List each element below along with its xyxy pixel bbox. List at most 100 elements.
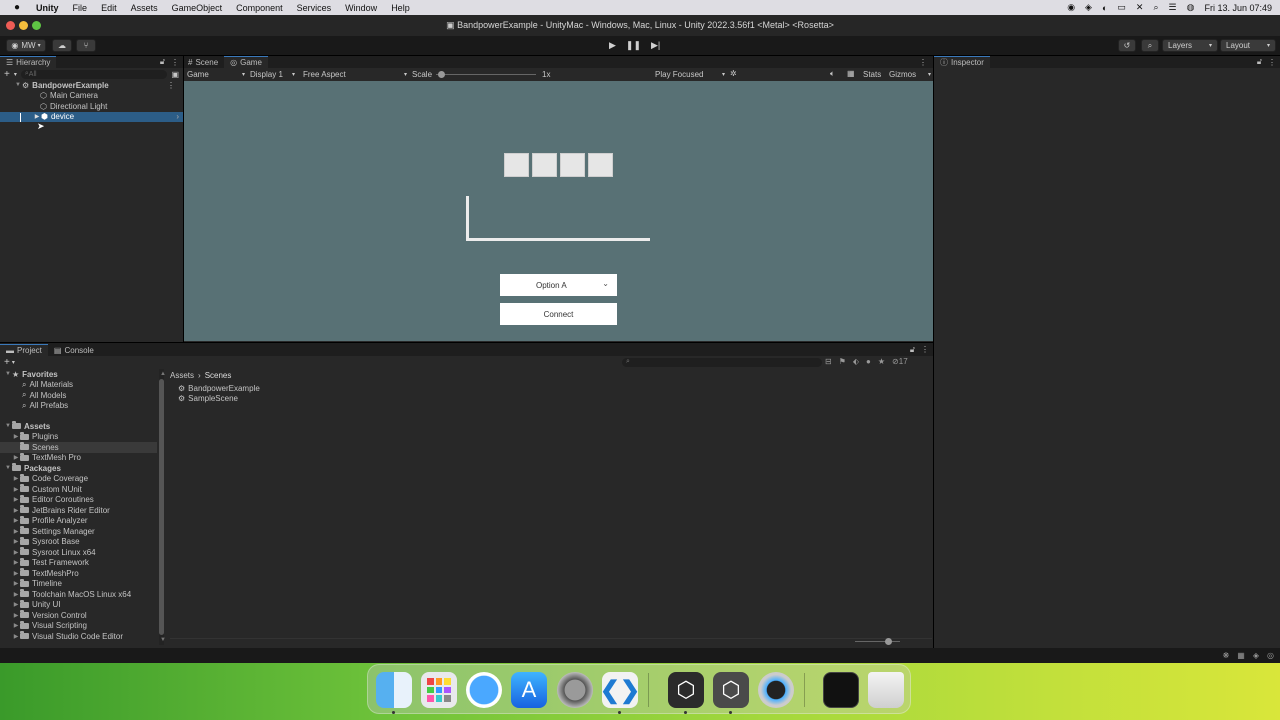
favorite-item[interactable]: ⌕ All Prefabs <box>0 401 157 412</box>
file-item[interactable]: ⚙ SampleScene <box>178 394 260 405</box>
menu-window[interactable]: Window <box>345 3 377 13</box>
expand-arrow-icon[interactable]: ▶ <box>12 570 20 577</box>
chevron-down-icon[interactable]: ▾ <box>14 71 17 78</box>
search-toolbar-button[interactable]: ⌕ <box>1141 39 1159 52</box>
package-item[interactable]: ▶ Sysroot Linux x64 <box>0 547 157 558</box>
play-focused-dropdown[interactable]: Play Focused ▾ <box>655 70 725 79</box>
bug-icon[interactable]: ✲ <box>730 69 737 78</box>
package-item[interactable]: ▶ JetBrains Rider Editor <box>0 505 157 516</box>
breadcrumb-assets[interactable]: Assets <box>170 371 194 380</box>
expand-arrow-icon[interactable]: ▶ <box>12 496 20 503</box>
history-button[interactable]: ↺ <box>1118 39 1136 52</box>
add-icon[interactable]: + <box>4 69 10 80</box>
more-icon[interactable]: ⋮ <box>171 58 179 67</box>
hierarchy-item-device[interactable]: ▶ ⬢ device › <box>0 111 183 122</box>
menu-component[interactable]: Component <box>236 3 283 13</box>
tab-inspector[interactable]: ⓘ Inspector <box>934 56 990 68</box>
label-icon[interactable]: ⬖ <box>853 357 859 366</box>
step-button[interactable]: ▶| <box>651 40 660 51</box>
network-icon[interactable]: ◎ <box>1267 651 1274 660</box>
package-item[interactable]: ▶ TextMeshPro <box>0 568 157 579</box>
tools-icon[interactable]: ✕ <box>1136 2 1144 13</box>
unity-hub-icon[interactable]: ⬡ <box>668 672 704 708</box>
layers-dropdown[interactable]: Layers ▾ <box>1162 39 1218 52</box>
play-button[interactable]: ▶ <box>609 40 616 51</box>
grid-icon[interactable]: ▦ <box>847 69 855 78</box>
project-search-input[interactable]: ⌕ <box>622 358 822 367</box>
trash-icon[interactable] <box>868 672 904 708</box>
expand-arrow-icon[interactable]: ▶ <box>12 591 20 598</box>
package-item[interactable]: ▶ Version Control <box>0 610 157 621</box>
icon-size-slider-thumb[interactable] <box>885 638 892 645</box>
expand-arrow-icon[interactable]: ▶ <box>12 517 20 524</box>
vscode-icon[interactable]: ❮❯ <box>600 672 640 708</box>
file-item[interactable]: ⚙ BandpowerExample <box>178 383 260 394</box>
app-store-icon[interactable]: A <box>511 672 547 708</box>
display-icon[interactable]: ▭ <box>1117 2 1126 13</box>
display-dropdown[interactable]: Display 1 ▾ <box>250 70 295 79</box>
favorites-header[interactable]: ▼ ★ Favorites <box>0 369 157 380</box>
tab-game[interactable]: ◎ Game <box>224 56 268 68</box>
hidden-count-icon[interactable]: ⊘17 <box>892 357 908 366</box>
gizmos-dropdown[interactable]: Gizmos ▾ <box>889 70 931 79</box>
breadcrumb-scenes[interactable]: Scenes <box>205 371 232 380</box>
quicktime-icon[interactable] <box>758 672 794 708</box>
star-icon[interactable]: ★ <box>878 357 885 366</box>
favorite-item[interactable]: ⌕ All Models <box>0 390 157 401</box>
scene-root-item[interactable]: ▼ ⚙ BandpowerExample ⋮ <box>0 80 183 91</box>
layout-dropdown[interactable]: Layout ▾ <box>1220 39 1276 52</box>
option-dropdown[interactable]: Option A ⌄ <box>500 274 617 296</box>
menu-unity[interactable]: Unity <box>36 3 59 13</box>
expand-arrow-icon[interactable]: ▶ <box>12 580 20 587</box>
package-item[interactable]: ▶ Timeline <box>0 578 157 590</box>
package-item[interactable]: ▶ Settings Manager <box>0 526 157 537</box>
scroll-up-icon[interactable]: ▲ <box>160 371 166 377</box>
siri-icon[interactable]: ◍ <box>1187 2 1195 13</box>
asset-folder-scenes[interactable]: Scenes <box>0 442 157 453</box>
asset-folder-plugins[interactable]: ▶ Plugins <box>0 431 157 443</box>
expand-arrow-icon[interactable]: ▶ <box>12 454 20 461</box>
lock-icon[interactable]: 🔓︎ <box>160 57 165 67</box>
tab-project[interactable]: ▬ Project <box>0 343 48 356</box>
hierarchy-item-main-camera[interactable]: ⬡ Main Camera <box>0 91 183 102</box>
scrollbar-thumb[interactable] <box>159 379 164 635</box>
cloud-button[interactable]: ☁ <box>52 39 72 52</box>
filter-icon[interactable]: ⚑ <box>839 357 846 366</box>
menu-assets[interactable]: Assets <box>131 3 158 13</box>
expand-arrow-icon[interactable]: ▼ <box>14 82 22 88</box>
expand-arrow-icon[interactable]: ▶ <box>12 559 20 566</box>
warning-icon[interactable]: ● <box>866 357 871 366</box>
connect-button[interactable]: Connect <box>500 303 617 325</box>
cache-icon[interactable]: ◈ <box>1253 651 1259 660</box>
lock-icon[interactable]: 🔓︎ <box>1257 57 1262 67</box>
unity-status-icon[interactable]: ◈ <box>1085 2 1092 13</box>
scroll-down-icon[interactable]: ▼ <box>160 637 166 643</box>
aspect-dropdown[interactable]: Free Aspect ▾ <box>303 70 407 79</box>
chevron-right-icon[interactable]: › <box>176 112 179 121</box>
expand-arrow-icon[interactable]: ▼ <box>4 465 12 471</box>
package-item[interactable]: ▶ Visual Studio Code Editor <box>0 631 157 642</box>
apple-icon[interactable]: ● <box>14 2 20 13</box>
control-center-icon[interactable]: ☰ <box>1169 2 1177 13</box>
menu-help[interactable]: Help <box>391 3 410 13</box>
package-item[interactable]: ▶ Unity UI <box>0 599 157 611</box>
clock[interactable]: Fri 13. Jun 07:49 <box>1204 3 1272 13</box>
expand-arrow-icon[interactable]: ▶ <box>12 549 20 556</box>
menu-edit[interactable]: Edit <box>101 3 117 13</box>
package-item[interactable]: ▶ Editor Coroutines <box>0 494 157 506</box>
expand-arrow-icon[interactable]: ▶ <box>12 433 20 440</box>
menu-gameobject[interactable]: GameObject <box>172 3 223 13</box>
package-item[interactable]: ▶ Test Framework <box>0 557 157 569</box>
package-item[interactable]: ▶ Sysroot Base <box>0 536 157 548</box>
expand-arrow-icon[interactable]: ▶ <box>12 538 20 545</box>
more-icon[interactable]: ⋮ <box>1268 58 1276 67</box>
expand-arrow-icon[interactable]: ▶ <box>12 622 20 629</box>
package-item[interactable]: ▶ Visual Scripting <box>0 620 157 632</box>
icon-size-slider[interactable] <box>855 638 900 645</box>
add-icon[interactable]: + <box>4 357 10 368</box>
packages-header[interactable]: ▼ Packages <box>0 463 157 474</box>
lock-icon[interactable]: 🔓︎ <box>910 345 915 355</box>
expand-arrow-icon[interactable]: ▶ <box>12 486 20 493</box>
user-icon[interactable]: ◐ <box>1102 3 1107 13</box>
more-icon[interactable]: ⋮ <box>921 345 929 354</box>
